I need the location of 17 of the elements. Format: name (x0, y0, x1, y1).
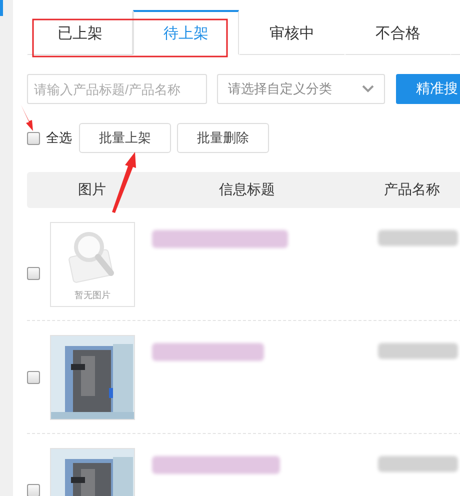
category-select[interactable]: 请选择自定义分类 (217, 74, 385, 104)
column-header: 图片 (77, 181, 107, 199)
batch-button[interactable]: 批量删除 (177, 123, 269, 153)
sidebar-marker (0, 0, 3, 16)
row-checkbox[interactable] (27, 266, 40, 280)
tab[interactable]: 已上架 (27, 10, 133, 55)
select-all-label: 全选 (46, 129, 72, 147)
select-all-checkbox[interactable] (27, 132, 40, 144)
column-header: 产品名称 (383, 181, 441, 199)
search-field[interactable]: 请输入产品标题/产品名称 (27, 74, 207, 104)
no-image-caption: 暂无图片 (74, 288, 110, 302)
row-checkbox[interactable] (27, 370, 40, 384)
arrow-icon (112, 152, 137, 214)
chevron-down-icon (362, 85, 374, 93)
row-checkbox[interactable] (27, 484, 40, 496)
column-header: 信息标题 (218, 181, 276, 199)
batch-button[interactable]: 批量上架 (79, 123, 171, 153)
